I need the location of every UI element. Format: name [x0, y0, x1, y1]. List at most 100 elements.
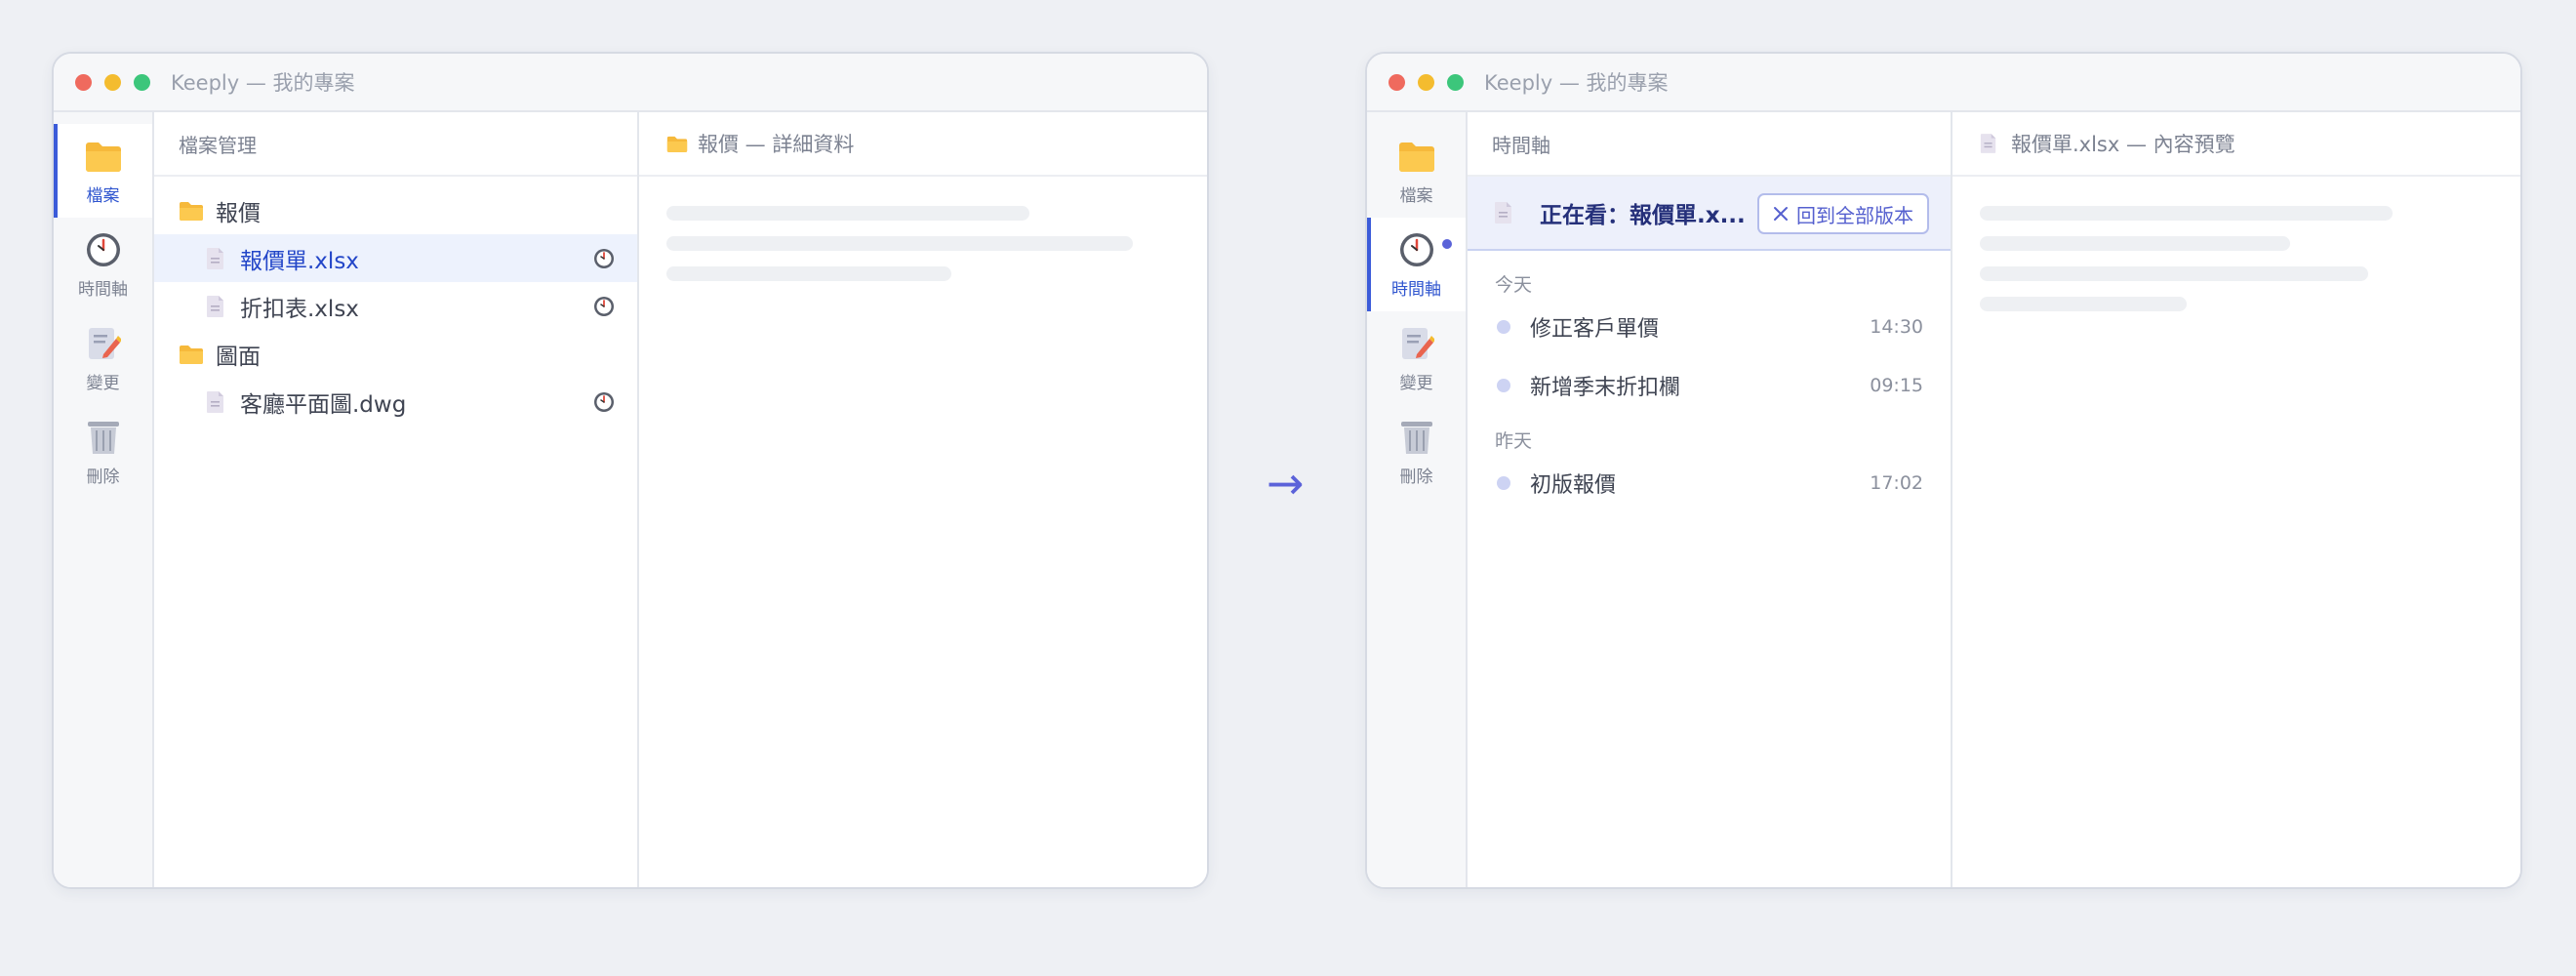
close-window-button[interactable] — [75, 73, 92, 91]
rail-label: 刪除 — [86, 467, 120, 487]
comparison-stage: Keeply — 我的專案 檔案 時間軸 變更 刪除 檔案管理 報價 報價單.x… — [0, 0, 2576, 976]
maximize-window-button[interactable] — [1447, 73, 1464, 91]
loading-skeleton — [639, 177, 1207, 326]
clock-icon[interactable] — [592, 295, 616, 318]
app-window-timeline-view: Keeply — 我的專案 檔案 時間軸 變更 刪除 時間軸 正在看：報價單.x… — [1365, 52, 2522, 889]
skeleton-line — [1980, 297, 2187, 311]
rail-item-deleted[interactable]: 刪除 — [54, 405, 152, 499]
timeline-item[interactable]: 初版報價 17:02 — [1468, 454, 1951, 512]
detail-pane: 報價 — 詳細資料 — [639, 112, 1207, 887]
skeleton-line — [1980, 206, 2393, 221]
tree-folder-quotes[interactable]: 報價 — [154, 186, 637, 234]
edit-icon — [84, 324, 123, 363]
clock-icon — [1397, 230, 1436, 269]
rail-label: 變更 — [1399, 373, 1433, 393]
file-icon — [203, 294, 228, 319]
trash-icon — [84, 418, 123, 457]
timeline-item-text: 修正客戶單價 — [1530, 317, 1660, 342]
timeline-group-label: 昨天 — [1495, 429, 1533, 452]
clock-icon — [84, 230, 123, 269]
window-title: Keeply — 我的專案 — [171, 71, 355, 95]
tree-file-discount-sheet[interactable]: 折扣表.xlsx — [154, 282, 637, 330]
skeleton-line — [666, 206, 1029, 221]
timeline-dot — [1497, 476, 1510, 490]
transition-arrow: → — [1267, 457, 1305, 509]
minimize-window-button[interactable] — [1418, 73, 1434, 91]
rail-item-changes[interactable]: 變更 — [1367, 311, 1466, 405]
minimize-window-button[interactable] — [104, 73, 121, 91]
rail-item-changes[interactable]: 變更 — [54, 311, 152, 405]
maximize-window-button[interactable] — [134, 73, 150, 91]
skeleton-line — [1980, 236, 2290, 251]
timeline-item[interactable]: 修正客戶單價 14:30 — [1468, 298, 1951, 356]
timeline-item-time: 14:30 — [1870, 316, 1923, 338]
rail-item-timeline[interactable]: 時間軸 — [1367, 218, 1466, 311]
clock-icon[interactable] — [592, 390, 616, 414]
tree-label: 客廳平面圖.dwg — [240, 391, 407, 418]
title-bar: Keeply — 我的專案 — [54, 54, 1207, 112]
skeleton-line — [666, 266, 951, 281]
timeline-item-time: 17:02 — [1870, 472, 1923, 494]
loading-skeleton — [1952, 177, 2520, 356]
timeline-dot — [1497, 379, 1510, 392]
panel-title: 檔案管理 — [154, 112, 637, 177]
skeleton-line — [1980, 266, 2368, 281]
folder-icon — [179, 342, 204, 367]
folder-icon — [666, 132, 690, 155]
close-window-button[interactable] — [1389, 73, 1405, 91]
folder-icon — [84, 137, 123, 176]
tree-file-living-room-plan[interactable]: 客廳平面圖.dwg — [154, 378, 637, 426]
detail-header: 報價 — 詳細資料 — [639, 112, 1207, 177]
edit-icon — [1397, 324, 1436, 363]
file-icon — [203, 246, 228, 271]
title-bar: Keeply — 我的專案 — [1367, 54, 2520, 112]
notification-badge — [1442, 239, 1452, 249]
rail-label: 檔案 — [86, 185, 120, 206]
tree-label: 報價 — [216, 200, 261, 226]
preview-pane: 報價單.xlsx — 內容預覽 — [1952, 112, 2520, 887]
tree-file-quote-sheet[interactable]: 報價單.xlsx — [154, 234, 637, 282]
file-filter-bar: 正在看：報價單.x... 回到全部版本 — [1468, 177, 1951, 251]
window-title: Keeply — 我的專案 — [1484, 71, 1669, 95]
timeline-item-text: 新增季末折扣欄 — [1530, 376, 1681, 400]
rail-label: 檔案 — [1399, 185, 1433, 206]
timeline-item-time: 09:15 — [1870, 375, 1923, 396]
reset-button-label: 回到全部版本 — [1796, 203, 1913, 227]
file-icon — [1980, 132, 2003, 155]
rail-item-files[interactable]: 檔案 — [54, 124, 152, 218]
rail-item-timeline[interactable]: 時間軸 — [54, 218, 152, 311]
rail-label: 變更 — [86, 373, 120, 393]
file-icon — [1491, 200, 1516, 225]
tree-folder-drawings[interactable]: 圖面 — [154, 330, 637, 378]
file-tree: 報價 報價單.xlsx 折扣表.xlsx 圖面 客廳平面圖.dwg — [154, 177, 637, 426]
file-icon — [203, 389, 228, 415]
reset-all-versions-button[interactable]: 回到全部版本 — [1757, 193, 1929, 234]
rail-item-files[interactable]: 檔案 — [1367, 124, 1466, 218]
timeline-item[interactable]: 新增季末折扣欄 09:15 — [1468, 356, 1951, 415]
tree-label: 折扣表.xlsx — [240, 296, 359, 322]
trash-icon — [1397, 418, 1436, 457]
tree-label: 圖面 — [216, 344, 261, 370]
timeline-panel: 時間軸 正在看：報價單.x... 回到全部版本 今天 修正客戶單價 14:30 … — [1468, 112, 1952, 887]
folder-icon — [1397, 137, 1436, 176]
timeline-group-label: 今天 — [1495, 273, 1533, 296]
timeline-item-text: 初版報價 — [1530, 473, 1617, 498]
tree-label: 報價單.xlsx — [240, 248, 359, 274]
app-window-files-view: Keeply — 我的專案 檔案 時間軸 變更 刪除 檔案管理 報價 報價單.x… — [52, 52, 1209, 889]
rail-label: 時間軸 — [1391, 279, 1441, 300]
detail-header: 報價單.xlsx — 內容預覽 — [1952, 112, 2520, 177]
rail-label: 時間軸 — [78, 279, 128, 300]
timeline-dot — [1497, 320, 1510, 334]
nav-rail: 檔案 時間軸 變更 刪除 — [1367, 112, 1468, 887]
skeleton-line — [666, 236, 1133, 251]
clock-icon[interactable] — [592, 247, 616, 270]
nav-rail: 檔案 時間軸 變更 刪除 — [54, 112, 154, 887]
file-manager-panel: 檔案管理 報價 報價單.xlsx 折扣表.xlsx 圖面 客廳平面圖.dwg — [154, 112, 639, 887]
filter-label: 正在看：報價單.x... — [1540, 203, 1746, 228]
folder-icon — [179, 198, 204, 224]
rail-label: 刪除 — [1399, 467, 1433, 487]
detail-title: 報價單.xlsx — 內容預覽 — [2011, 133, 2235, 156]
panel-title: 時間軸 — [1468, 112, 1951, 177]
close-icon — [1773, 206, 1789, 222]
rail-item-deleted[interactable]: 刪除 — [1367, 405, 1466, 499]
